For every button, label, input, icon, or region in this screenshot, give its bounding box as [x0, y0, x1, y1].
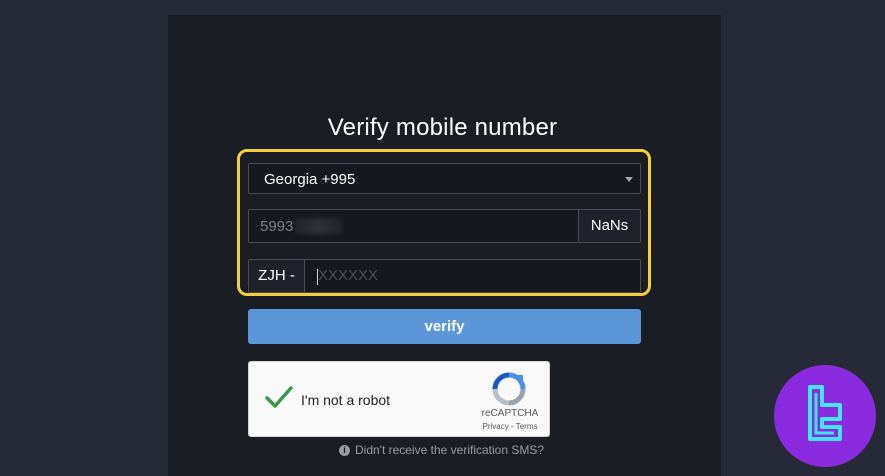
code-input[interactable]: XXXXXX	[305, 260, 640, 292]
phone-input-group: 5993 NaNs	[248, 209, 641, 243]
recaptcha-logo-icon	[492, 372, 526, 406]
code-input-group: ZJH - XXXXXX	[248, 259, 641, 293]
country-select[interactable]: Georgia +995	[248, 163, 641, 194]
recaptcha-brand: reCAPTCHA	[481, 408, 539, 419]
page-title: Verify mobile number	[327, 114, 558, 141]
code-prefix: ZJH -	[249, 260, 305, 292]
phone-input[interactable]: 5993	[249, 210, 578, 242]
code-input-placeholder: XXXXXX	[318, 267, 379, 284]
text-cursor	[317, 269, 318, 285]
brand-logo	[774, 365, 876, 467]
phone-suffix: NaNs	[578, 210, 640, 242]
brand-logo-icon	[808, 385, 842, 441]
info-icon: i	[339, 444, 350, 456]
recaptcha-links[interactable]: Privacy - Terms	[471, 422, 549, 431]
captcha-label: I'm not a robot	[301, 392, 391, 408]
recaptcha-widget: I'm not a robot reCAPTCHA Privacy - Term…	[248, 361, 550, 437]
help-text: Didn't receive the verification SMS?	[355, 443, 545, 457]
resend-help-link[interactable]: i Didn't receive the verification SMS?	[339, 443, 544, 457]
phone-input-value: 5993	[260, 218, 294, 235]
redacted-digits	[294, 218, 343, 234]
caret-down-icon	[625, 177, 633, 182]
verify-button[interactable]: verify	[248, 309, 641, 344]
checkmark-icon[interactable]	[264, 384, 294, 412]
country-select-value: Georgia +995	[264, 171, 356, 188]
